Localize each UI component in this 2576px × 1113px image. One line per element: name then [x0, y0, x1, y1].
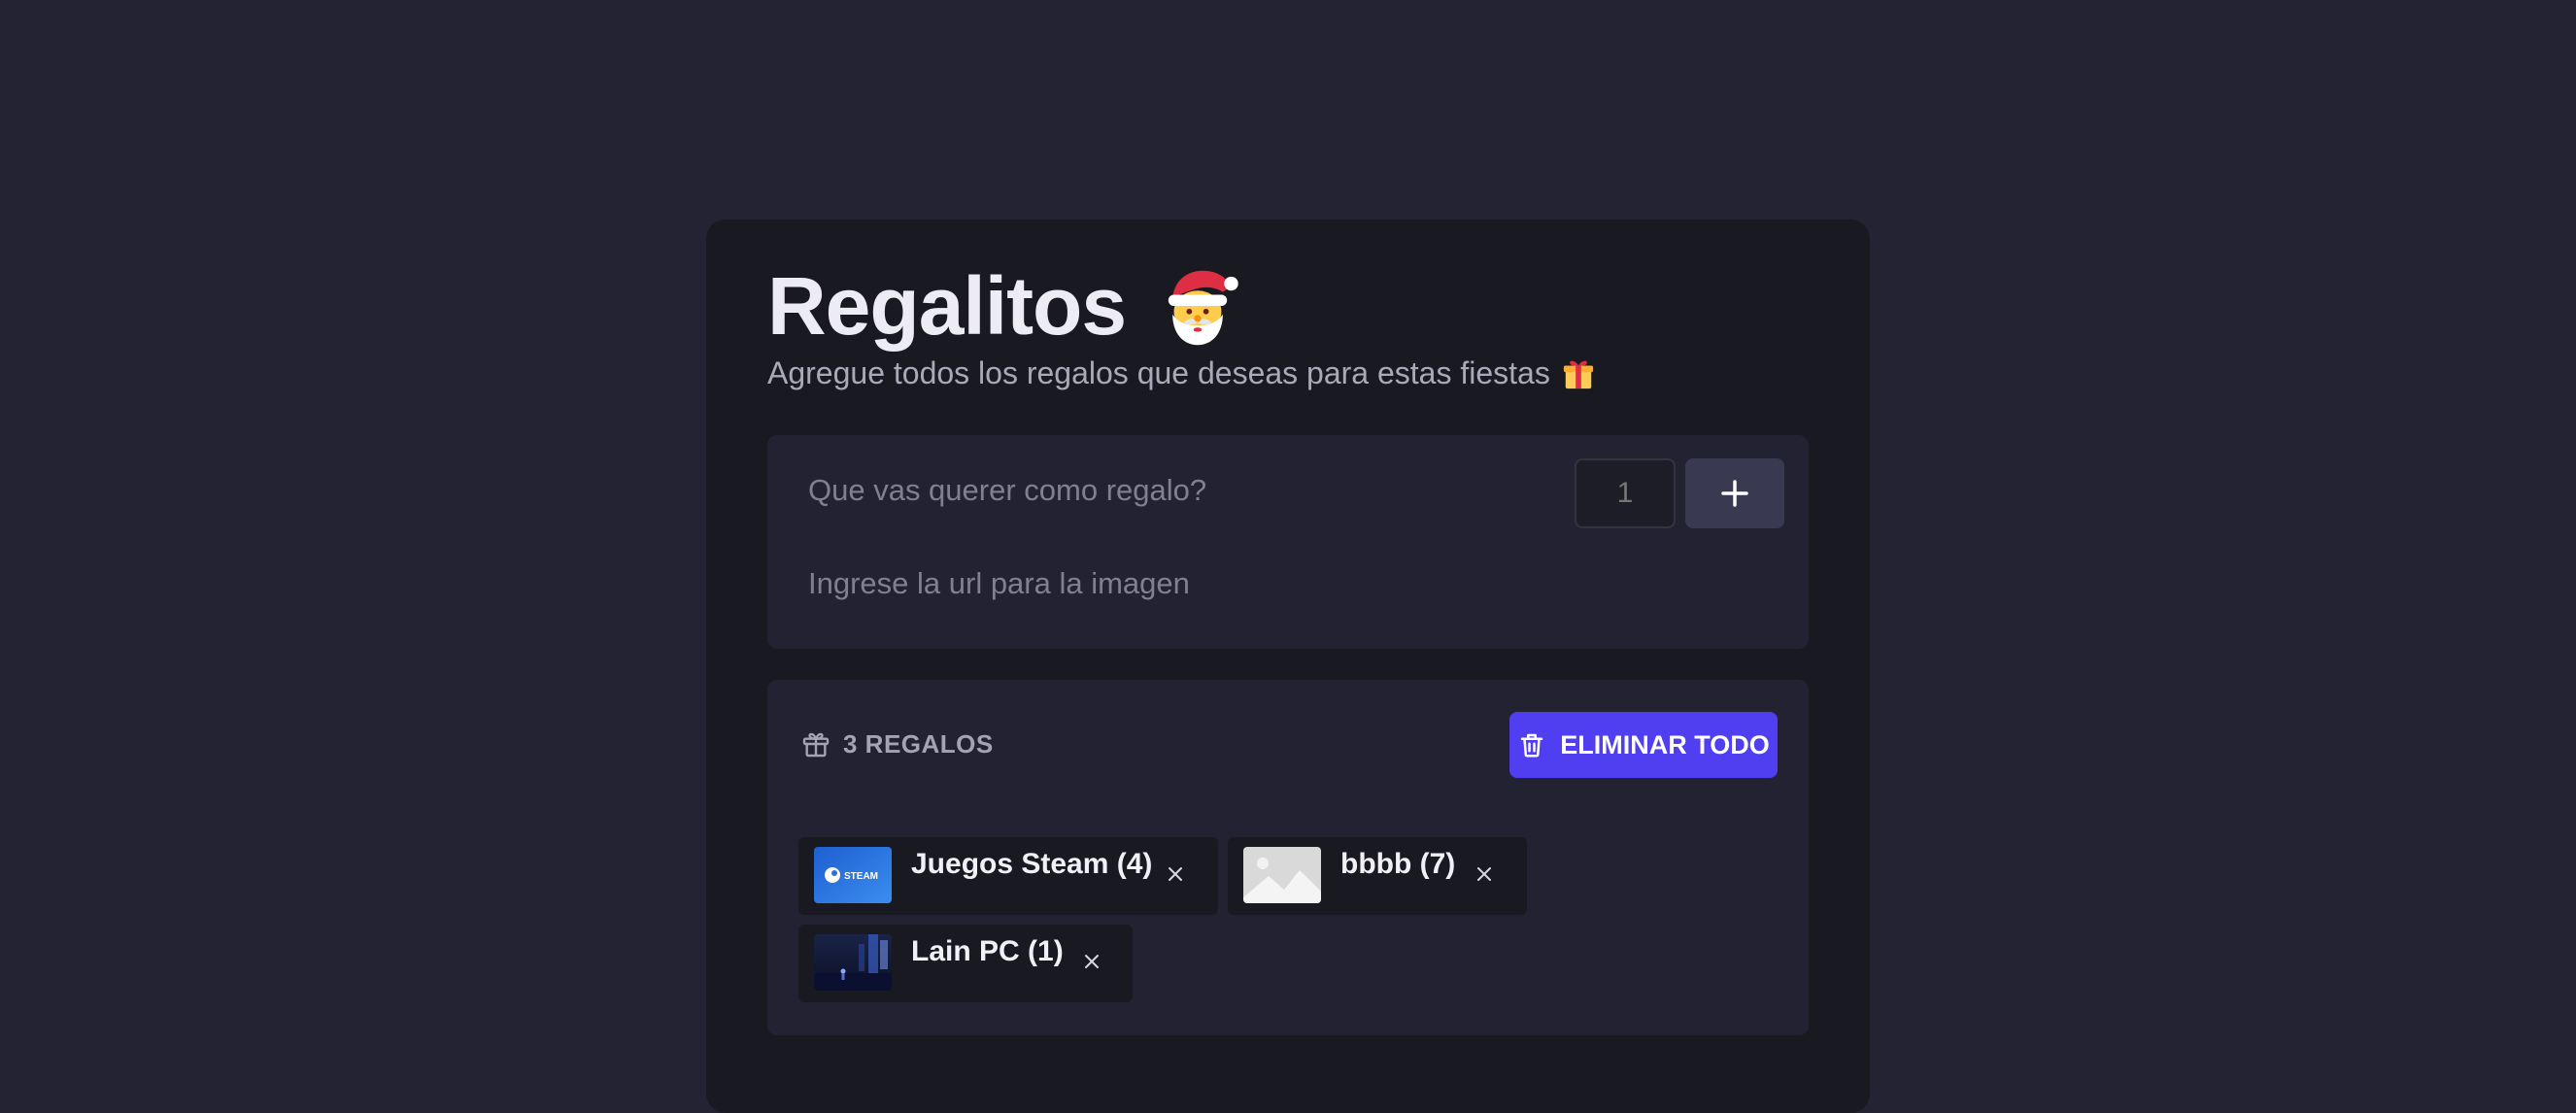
plus-icon	[1721, 480, 1748, 507]
close-icon	[1169, 867, 1182, 881]
add-gift-button[interactable]	[1685, 458, 1784, 528]
gift-item: Lain PC (1)	[798, 925, 1133, 1002]
gift-item-image	[814, 934, 892, 991]
subtitle-text: Agregue todos los regalos que deseas par…	[767, 355, 1550, 390]
svg-text:STEAM: STEAM	[844, 871, 878, 882]
page-header: Regalitos	[767, 253, 1242, 359]
gift-icon	[802, 732, 830, 758]
main-card: Regalitos Agregue todos los regalos que …	[706, 219, 1870, 1113]
image-url-input[interactable]	[787, 548, 1787, 620]
gift-item-image	[1243, 847, 1321, 903]
gift-item-label: Lain PC (1)	[911, 935, 1064, 967]
delete-all-label: ELIMINAR TODO	[1560, 729, 1770, 759]
gift-item: bbbb (7)	[1228, 837, 1527, 915]
remove-gift-button[interactable]	[1078, 948, 1105, 975]
remove-gift-button[interactable]	[1471, 860, 1498, 888]
gift-item-label: Juegos Steam (4)	[911, 848, 1153, 880]
page-title: Regalitos	[767, 259, 1127, 352]
gift-count-label: 3 REGALOS	[843, 728, 994, 759]
remove-gift-button[interactable]	[1162, 860, 1189, 888]
close-icon	[1477, 867, 1491, 881]
gift-list-panel: 3 REGALOS ELIMINAR TODO STEAM Juegos Ste…	[767, 680, 1809, 1035]
add-gift-form	[767, 435, 1809, 649]
trash-icon	[1521, 733, 1543, 758]
santa-emoji-icon	[1168, 270, 1238, 346]
gift-count: 3 REGALOS	[800, 725, 994, 763]
quantity-input[interactable]	[1575, 458, 1676, 528]
gift-emoji-icon	[1563, 360, 1593, 388]
gift-name-input[interactable]	[787, 455, 1564, 526]
page-subtitle: Agregue todos los regalos que deseas par…	[767, 355, 1595, 391]
close-icon	[1085, 955, 1099, 968]
gift-item: STEAM Juegos Steam (4)	[798, 837, 1218, 915]
gift-item-label: bbbb (7)	[1340, 848, 1456, 880]
gift-item-image: STEAM	[814, 847, 892, 903]
delete-all-button[interactable]: ELIMINAR TODO	[1509, 712, 1778, 778]
